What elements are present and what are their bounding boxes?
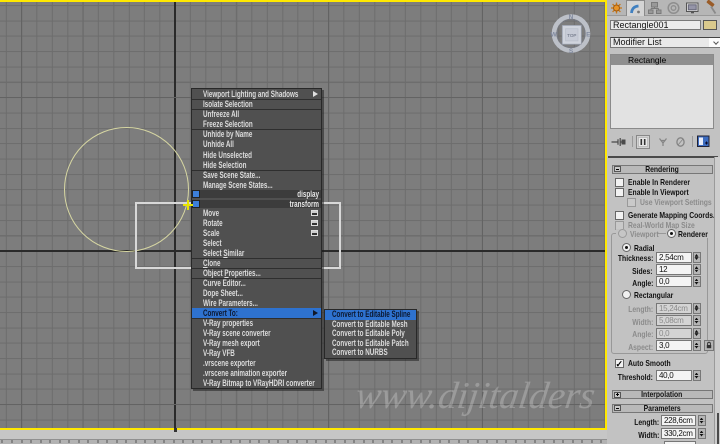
svg-text:TOP: TOP <box>567 33 576 38</box>
svg-text:S: S <box>569 48 574 55</box>
svg-text:N: N <box>569 14 574 21</box>
svg-text:W: W <box>551 31 558 38</box>
svg-text:E: E <box>586 31 591 38</box>
